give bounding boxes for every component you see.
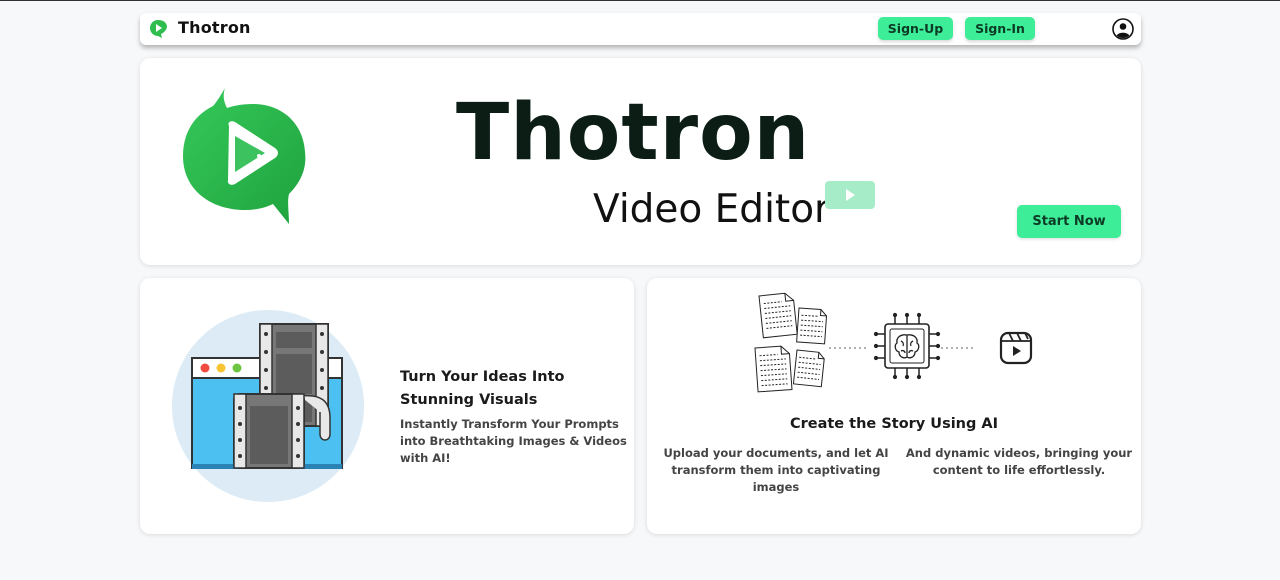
- ai-chip-icon: [873, 312, 941, 380]
- sign-up-button[interactable]: Sign-Up: [878, 17, 953, 40]
- feature-card-visuals: Turn Your Ideas Into Stunning Visuals In…: [140, 278, 634, 534]
- feature-title: Turn Your Ideas Into Stunning Visuals: [400, 369, 565, 408]
- brand-name: Thotron: [178, 18, 251, 37]
- video-reel-icon: [999, 331, 1033, 365]
- hero-title: Thotron: [456, 88, 811, 178]
- thotron-logo-icon: [150, 20, 167, 38]
- hero-subtitle: Video Editor: [593, 187, 831, 232]
- feature-title: Create the Story Using AI: [789, 416, 999, 432]
- feature-description: Instantly Transform Your Prompts into Br…: [400, 417, 627, 465]
- documents-icon: [754, 292, 828, 393]
- play-button[interactable]: [825, 181, 875, 209]
- user-circle-icon[interactable]: [1112, 18, 1134, 40]
- feature-text-left: Upload your documents, and let AI transf…: [663, 446, 889, 494]
- video-browser-illustration: [172, 310, 364, 502]
- sign-in-button[interactable]: Sign-In: [965, 17, 1035, 40]
- docs-to-video-illustration: [754, 292, 1033, 393]
- navbar: Thotron Sign-Up Sign-In: [140, 13, 1141, 45]
- brand[interactable]: Thotron: [149, 17, 251, 39]
- play-icon: [846, 189, 855, 201]
- start-now-button[interactable]: Start Now: [1017, 205, 1121, 238]
- feature-text-right: And dynamic videos, bringing your conten…: [905, 446, 1133, 477]
- feature-card-story: Create the Story Using AI Upload your do…: [647, 278, 1141, 534]
- thotron-logo-icon: [183, 88, 306, 224]
- hero-card: Thotron Video Editor Start Now: [140, 58, 1141, 265]
